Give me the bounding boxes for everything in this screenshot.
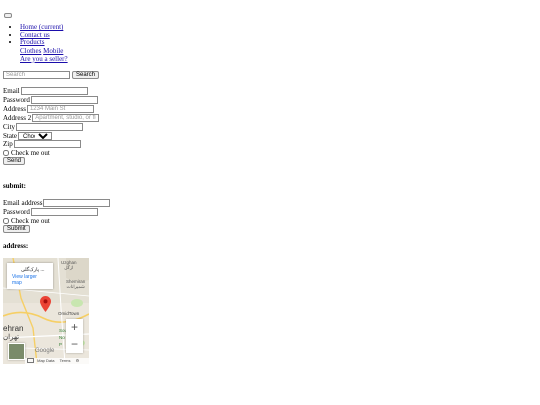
search-input[interactable] xyxy=(3,70,70,79)
map-footer: Map Data Terms ⚙ xyxy=(25,358,89,364)
products-submenu: Clothes Mobile Are you a seller? xyxy=(20,47,68,63)
city-label: City xyxy=(3,122,16,131)
map-place-card: پارک‌گلی ... View larger map xyxy=(7,263,53,289)
zoom-in-button[interactable]: + xyxy=(66,319,83,336)
terms-link[interactable]: Terms xyxy=(60,358,71,363)
seller-link[interactable]: Are you a seller? xyxy=(20,55,68,63)
email-address-row: Email address xyxy=(3,198,111,207)
zip-label: Zip xyxy=(3,139,13,148)
address2-label: Address 2 xyxy=(3,113,32,122)
navbar-toggler-button[interactable] xyxy=(4,13,12,18)
submit-heading: submit: xyxy=(3,182,26,190)
google-logo: Google xyxy=(35,348,55,354)
send-button[interactable]: Send xyxy=(3,156,26,165)
zip-row: Zip xyxy=(3,139,81,148)
map-label-uzghan: Uzghan ازگل xyxy=(61,260,77,270)
zoom-out-button[interactable]: − xyxy=(66,336,83,353)
email-label: Email xyxy=(3,86,20,95)
map-label-shemiran-fa: شمیرانات xyxy=(66,284,85,289)
address-label: Address xyxy=(3,104,26,113)
map-data-link[interactable]: Map Data xyxy=(37,358,54,363)
map-pin-icon[interactable] xyxy=(40,296,51,312)
address2-field[interactable] xyxy=(32,113,100,122)
send-row: Send xyxy=(3,156,26,165)
password-label: Password xyxy=(3,95,30,104)
zip-field[interactable] xyxy=(13,139,81,148)
map-label-uzghan-fa: ازگل xyxy=(64,265,74,270)
nav-item-products: Products xyxy=(20,38,63,47)
map-label-tehran: ehran xyxy=(3,324,24,333)
map-label-tehran-fa: تهران xyxy=(3,334,20,341)
check-me-out-checkbox[interactable] xyxy=(3,149,9,156)
report-error-icon[interactable]: ⚙ xyxy=(76,358,80,363)
password2-label: Password xyxy=(3,207,30,216)
nav-list: Home (current) Contact us Products xyxy=(8,23,63,47)
password2-field[interactable] xyxy=(30,207,98,216)
address2-row: Address 2 xyxy=(3,113,100,122)
zoom-controls: + − xyxy=(66,319,83,353)
address-field[interactable] xyxy=(26,104,94,113)
submit-button[interactable]: Submit xyxy=(3,224,30,233)
address-heading: address: xyxy=(3,242,29,250)
city-row: City xyxy=(3,122,84,131)
city-field[interactable] xyxy=(16,122,84,131)
view-larger-map-link[interactable]: View larger map xyxy=(12,274,44,286)
email-row: Email xyxy=(3,86,88,95)
nav-link-products[interactable]: Products xyxy=(20,38,45,46)
map-label-p: P xyxy=(59,342,63,347)
map-embed[interactable]: پارک‌گلی ... View larger map Uzghan ازگل… xyxy=(3,258,89,364)
password2-row: Password xyxy=(3,207,98,216)
map-label-no: No xyxy=(59,335,65,340)
map-label-omidtown: OmidTown xyxy=(58,311,80,316)
email-address-label: Email address xyxy=(3,198,43,207)
address-row: Address xyxy=(3,104,94,113)
place-card-title: پارک‌گلی ... xyxy=(21,267,45,273)
password-field[interactable] xyxy=(30,95,98,104)
search-button[interactable]: Search xyxy=(72,70,100,79)
search-form: Search xyxy=(3,70,100,79)
email-address-field[interactable] xyxy=(43,198,111,207)
satellite-toggle-button[interactable] xyxy=(8,343,25,360)
map-label-shemiran: Shemiran شمیرانات xyxy=(66,279,85,289)
submit-row: Submit xyxy=(3,224,30,233)
password-row: Password xyxy=(3,95,98,104)
keyboard-icon[interactable] xyxy=(27,358,34,364)
email-field[interactable] xyxy=(20,86,88,95)
check-me-out-checkbox-2[interactable] xyxy=(3,217,9,224)
